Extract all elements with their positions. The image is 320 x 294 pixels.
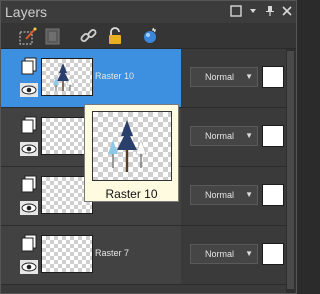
panel-title-bar: Layers bbox=[1, 1, 296, 23]
layer-row-properties: Normal ▼ bbox=[182, 49, 286, 107]
layer-mask-swatch[interactable] bbox=[262, 125, 284, 147]
lock-icon[interactable] bbox=[105, 26, 125, 46]
layer-row[interactable]: Raster 10 Normal ▼ bbox=[1, 49, 286, 108]
layer-row-header[interactable]: Raster 10 bbox=[1, 49, 181, 107]
layer-row-header[interactable]: Raster 7 bbox=[1, 226, 181, 284]
layer-mask-swatch[interactable] bbox=[262, 243, 284, 265]
blend-mode-value: Normal bbox=[205, 131, 235, 141]
close-icon[interactable] bbox=[280, 5, 294, 19]
layer-row-properties: Normal ▼ bbox=[182, 167, 286, 225]
panel-title: Layers bbox=[5, 4, 48, 20]
chevron-down-icon: ▼ bbox=[245, 249, 253, 258]
visibility-eye-icon[interactable] bbox=[20, 260, 38, 274]
layer-thumbnail bbox=[41, 58, 93, 96]
raster-layer-icon bbox=[20, 175, 37, 193]
blend-mode-dropdown[interactable]: Normal ▼ bbox=[190, 185, 258, 205]
chevron-down-icon: ▼ bbox=[245, 131, 253, 140]
chevron-down-icon: ▼ bbox=[245, 72, 253, 81]
dropdown-arrow-icon[interactable] bbox=[246, 5, 260, 19]
layer-name[interactable]: Raster 7 bbox=[95, 248, 129, 258]
new-layer-icon[interactable] bbox=[140, 26, 160, 46]
layer-row-properties: Normal ▼ bbox=[182, 108, 286, 166]
layer-name[interactable]: Raster 10 bbox=[95, 71, 134, 81]
layer-row-properties: Normal ▼ bbox=[182, 226, 286, 284]
tooltip-label: Raster 10 bbox=[105, 187, 158, 201]
link-icon[interactable] bbox=[79, 26, 99, 46]
layer-row[interactable]: Raster 7 Normal ▼ bbox=[1, 226, 286, 285]
visibility-eye-icon[interactable] bbox=[20, 83, 38, 97]
mask-icon[interactable] bbox=[43, 26, 63, 46]
layers-panel: Layers Raster 10 Normal ▼ Normal ▼ Norma… bbox=[0, 0, 297, 294]
chevron-down-icon: ▼ bbox=[245, 190, 253, 199]
raster-layer-icon bbox=[20, 116, 37, 134]
layers-toolbar bbox=[1, 23, 296, 49]
layer-thumbnail bbox=[41, 235, 93, 273]
blend-mode-value: Normal bbox=[205, 72, 235, 82]
blend-mode-dropdown[interactable]: Normal ▼ bbox=[190, 244, 258, 264]
blend-mode-value: Normal bbox=[205, 249, 235, 259]
raster-layer-icon bbox=[20, 234, 37, 252]
visibility-eye-icon[interactable] bbox=[20, 201, 38, 215]
layer-preview-tooltip: Raster 10 bbox=[84, 104, 179, 202]
scrollbar-thumb[interactable] bbox=[287, 51, 294, 289]
raster-layer-icon bbox=[20, 57, 37, 75]
layers-scrollbar[interactable] bbox=[286, 49, 295, 293]
tooltip-thumbnail bbox=[92, 111, 172, 181]
blend-mode-dropdown[interactable]: Normal ▼ bbox=[190, 67, 258, 87]
blend-mode-dropdown[interactable]: Normal ▼ bbox=[190, 126, 258, 146]
blend-mode-value: Normal bbox=[205, 190, 235, 200]
window-maximize-icon[interactable] bbox=[229, 5, 243, 19]
pin-icon[interactable] bbox=[263, 5, 277, 19]
visibility-eye-icon[interactable] bbox=[20, 142, 38, 156]
edit-selection-icon[interactable] bbox=[18, 26, 38, 46]
layer-mask-swatch[interactable] bbox=[262, 66, 284, 88]
layer-mask-swatch[interactable] bbox=[262, 184, 284, 206]
